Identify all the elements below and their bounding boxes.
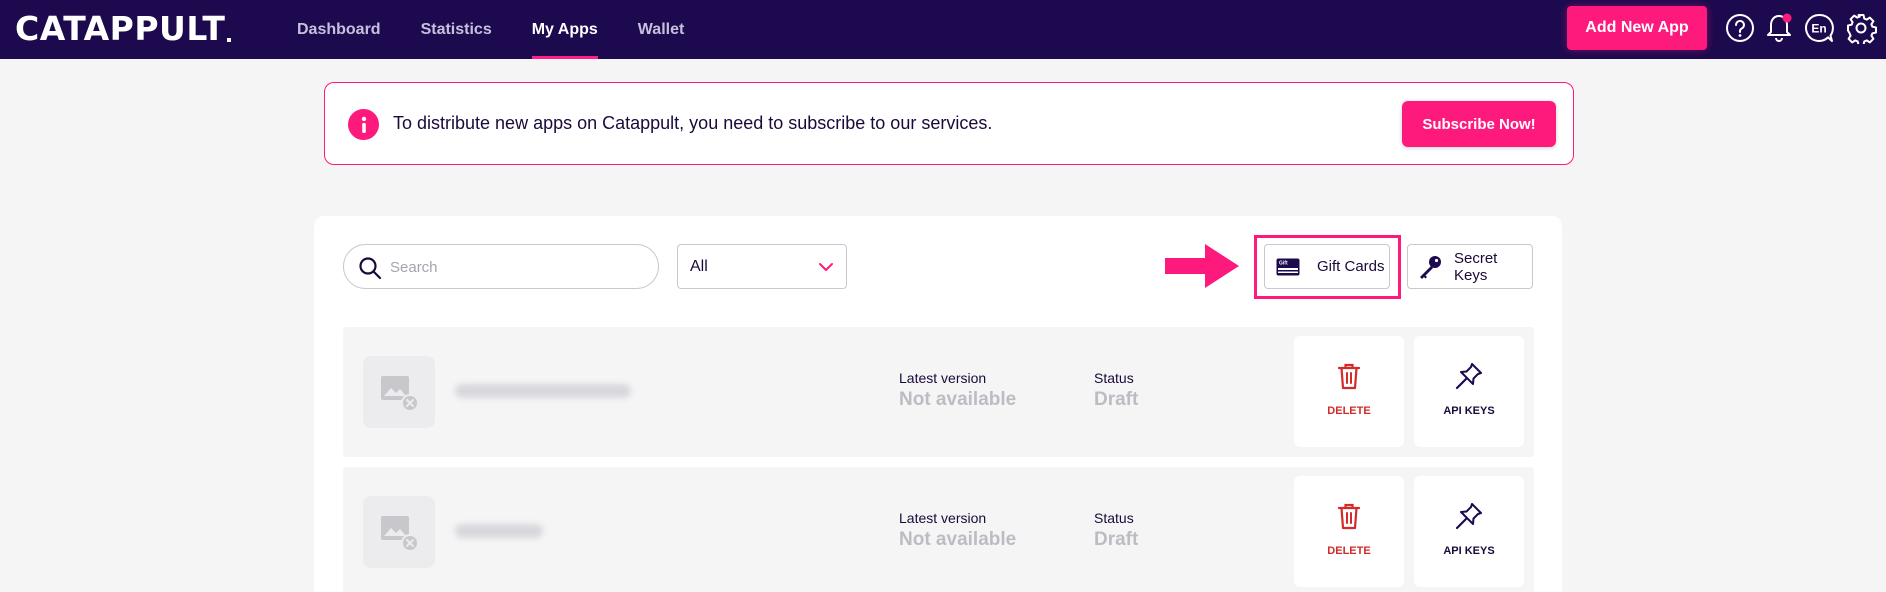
- search-box: [343, 244, 659, 289]
- language-icon[interactable]: En: [1803, 12, 1835, 44]
- subscription-banner: To distribute new apps on Catappult, you…: [324, 82, 1574, 165]
- status-filter-select[interactable]: All: [677, 244, 847, 289]
- delete-app-button[interactable]: DELETE: [1294, 336, 1404, 447]
- chevron-down-icon: [818, 259, 834, 280]
- app-name-blurred: [455, 524, 543, 538]
- key-icon: [1417, 254, 1443, 280]
- settings-gear-icon[interactable]: [1845, 12, 1877, 44]
- api-keys-label: API KEYS: [1443, 545, 1495, 557]
- latest-version-value: Not available: [899, 529, 1017, 550]
- logo-text: CATAPPULT: [15, 9, 226, 48]
- app-row: Latest version Not available Status Draf…: [343, 327, 1534, 457]
- latest-version-label: Latest version: [899, 370, 987, 386]
- trash-icon: [1294, 502, 1404, 530]
- app-thumbnail-placeholder: [363, 356, 435, 428]
- help-icon[interactable]: [1724, 12, 1756, 44]
- delete-label: DELETE: [1327, 545, 1371, 557]
- api-keys-label: API KEYS: [1443, 405, 1495, 417]
- main-nav: Dashboard Statistics My Apps Wallet: [297, 0, 724, 59]
- api-keys-button[interactable]: API KEYS: [1414, 476, 1524, 587]
- nav-statistics[interactable]: Statistics: [421, 0, 492, 59]
- api-keys-button[interactable]: API KEYS: [1414, 336, 1524, 447]
- status-value: Draft: [1094, 529, 1139, 550]
- subscribe-now-button[interactable]: Subscribe Now!: [1402, 101, 1556, 147]
- status-value: Draft: [1094, 389, 1139, 410]
- delete-app-button[interactable]: DELETE: [1294, 476, 1404, 587]
- app-name-blurred: [455, 384, 631, 398]
- latest-version-value: Not available: [899, 389, 1017, 410]
- apps-panel: All Gift Gift Cards Secret Keys Latest v…: [314, 216, 1562, 592]
- status-label: Status: [1094, 370, 1134, 386]
- catappult-logo[interactable]: CATAPPULT: [15, 9, 232, 48]
- banner-message: To distribute new apps on Catappult, you…: [393, 113, 993, 133]
- status-label: Status: [1094, 510, 1134, 526]
- svg-text:Gift: Gift: [1279, 260, 1288, 266]
- gift-cards-label: Gift Cards: [1317, 258, 1385, 275]
- trash-icon: [1294, 362, 1404, 390]
- add-new-app-button[interactable]: Add New App: [1567, 6, 1707, 50]
- secret-keys-label: Secret Keys: [1454, 249, 1498, 284]
- nav-dashboard[interactable]: Dashboard: [297, 0, 381, 59]
- app-row: Latest version Not available Status Draf…: [343, 467, 1534, 592]
- svg-text:En: En: [1811, 22, 1826, 36]
- nav-wallet[interactable]: Wallet: [638, 0, 685, 59]
- pointer-arrow-icon: [1161, 242, 1241, 295]
- secret-keys-button[interactable]: Secret Keys: [1407, 244, 1533, 289]
- notification-bell-icon[interactable]: [1763, 12, 1795, 44]
- gift-cards-button[interactable]: Gift Gift Cards: [1264, 244, 1390, 289]
- delete-label: DELETE: [1327, 405, 1371, 417]
- info-icon: [348, 109, 379, 140]
- pushpin-icon: [1414, 362, 1524, 390]
- app-thumbnail-placeholder: [363, 496, 435, 568]
- search-input[interactable]: [390, 255, 640, 279]
- nav-my-apps[interactable]: My Apps: [531, 0, 598, 59]
- pushpin-icon: [1414, 502, 1524, 530]
- top-navigation-bar: CATAPPULT Dashboard Statistics My Apps W…: [0, 0, 1886, 59]
- gift-card-icon: Gift: [1276, 258, 1300, 276]
- filter-selected-value: All: [690, 257, 708, 275]
- search-icon: [358, 256, 382, 285]
- latest-version-label: Latest version: [899, 510, 987, 526]
